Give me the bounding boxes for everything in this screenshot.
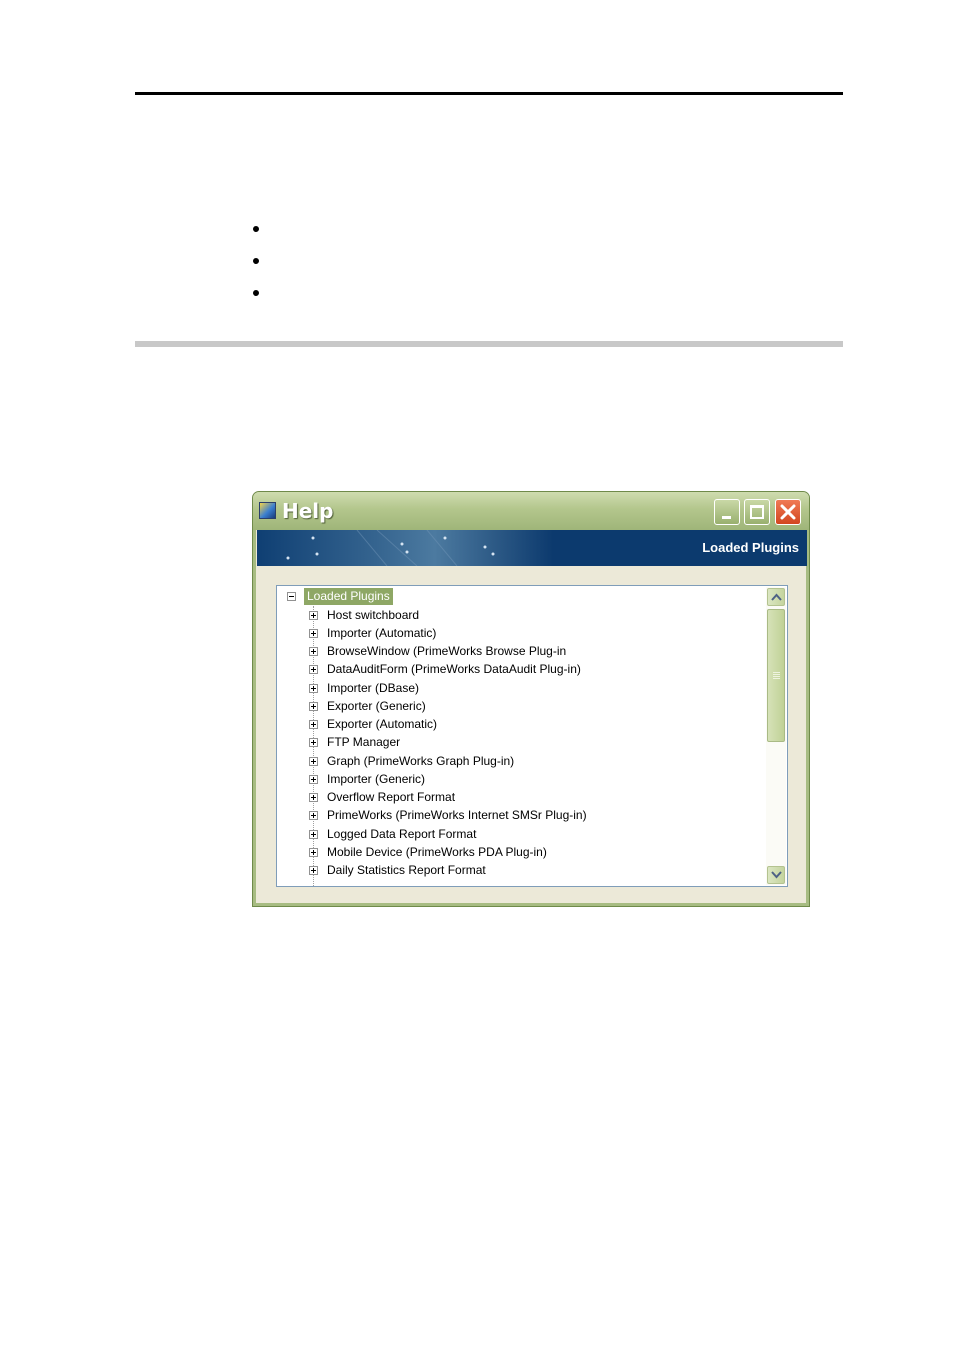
banner-title: Loaded Plugins xyxy=(702,540,799,555)
tree-node-label[interactable]: PrimeWorks (PrimeWorks Internet SMSr Plu… xyxy=(327,806,587,824)
tree-node[interactable]: Host switchboard xyxy=(309,606,769,624)
tree-node[interactable]: Overflow Report Format xyxy=(309,788,769,806)
section-divider xyxy=(135,341,843,347)
expand-icon[interactable] xyxy=(309,665,318,674)
help-window: Help Loaded Plugins Loaded Plugins Host … xyxy=(252,491,810,907)
expand-icon[interactable] xyxy=(309,702,318,711)
tree-node[interactable]: Exporter (Automatic) xyxy=(309,715,769,733)
scroll-up-button[interactable] xyxy=(767,588,785,606)
tree-node-label[interactable]: DataAuditForm (PrimeWorks DataAudit Plug… xyxy=(327,660,581,678)
scroll-down-button[interactable] xyxy=(767,866,785,884)
maximize-icon xyxy=(750,505,764,519)
header-banner: Loaded Plugins xyxy=(257,530,807,566)
tree-node-label[interactable]: BrowseWindow (PrimeWorks Browse Plug-in xyxy=(327,642,566,660)
bullet-dot xyxy=(253,290,259,296)
tree-scrollbar[interactable] xyxy=(766,587,786,885)
scroll-thumb[interactable] xyxy=(767,609,785,742)
grip-icon xyxy=(773,672,780,679)
scroll-down-icon xyxy=(771,871,782,879)
tree-node-label[interactable]: Exporter (Generic) xyxy=(327,697,426,715)
expand-icon[interactable] xyxy=(309,629,318,638)
bullet-dot xyxy=(253,226,259,232)
expand-icon[interactable] xyxy=(309,738,318,747)
expand-icon[interactable] xyxy=(309,647,318,656)
tree-node-label[interactable]: Importer (Automatic) xyxy=(327,624,436,642)
tree-node-label[interactable]: Importer (DBase) xyxy=(327,679,419,697)
banner-image xyxy=(257,530,553,566)
tree-node[interactable]: FTP Manager xyxy=(309,733,769,751)
expand-icon[interactable] xyxy=(309,720,318,729)
expand-icon[interactable] xyxy=(309,793,318,802)
tree-root-label[interactable]: Loaded Plugins xyxy=(304,588,393,605)
title-bar[interactable]: Help xyxy=(253,492,809,530)
tree-node[interactable]: Importer (Generic) xyxy=(309,770,769,788)
tree-node[interactable]: Importer (Automatic) xyxy=(309,624,769,642)
tree-node-label[interactable]: Overflow Report Format xyxy=(327,788,455,806)
plugins-tree[interactable]: Loaded Plugins Host switchboard Importer… xyxy=(276,585,788,887)
tree-node[interactable]: DataAuditForm (PrimeWorks DataAudit Plug… xyxy=(309,660,769,678)
tree-node[interactable]: Logged Data Report Format xyxy=(309,825,769,843)
expand-icon[interactable] xyxy=(309,848,318,857)
tree-node[interactable]: BrowseWindow (PrimeWorks Browse Plug-in xyxy=(309,642,769,660)
close-icon xyxy=(780,504,796,520)
tree-node[interactable]: Importer (DBase) xyxy=(309,679,769,697)
tree-node-label[interactable]: Daily Statistics Report Format xyxy=(327,861,486,879)
banner-circuit-graphic xyxy=(286,530,495,566)
expand-icon[interactable] xyxy=(309,684,318,693)
expand-icon[interactable] xyxy=(309,811,318,820)
app-icon[interactable] xyxy=(259,502,276,519)
bullet-dot xyxy=(253,258,259,264)
tree-node[interactable]: PrimeWorks (PrimeWorks Internet SMSr Plu… xyxy=(309,806,769,824)
tree-node[interactable]: Graph (PrimeWorks Graph Plug-in) xyxy=(309,752,769,770)
tree-node[interactable]: Exporter (Generic) xyxy=(309,697,769,715)
expand-icon[interactable] xyxy=(309,866,318,875)
expand-icon[interactable] xyxy=(309,775,318,784)
window-title: Help xyxy=(282,499,334,523)
close-button[interactable] xyxy=(775,499,801,525)
expand-icon[interactable] xyxy=(309,757,318,766)
collapse-icon[interactable] xyxy=(287,592,296,601)
maximize-button[interactable] xyxy=(744,499,770,525)
tree-node-label[interactable]: FTP Manager xyxy=(327,733,400,751)
tree-node-label[interactable]: Graph (PrimeWorks Graph Plug-in) xyxy=(327,752,514,770)
tree-node-label[interactable]: Logged Data Report Format xyxy=(327,825,476,843)
minimize-button[interactable] xyxy=(714,499,740,525)
tree-node-label[interactable]: Exporter (Automatic) xyxy=(327,715,437,733)
tree-node-label[interactable]: Mobile Device (PrimeWorks PDA Plug-in) xyxy=(327,843,547,861)
top-rule xyxy=(135,92,843,95)
tree-node[interactable]: Daily Statistics Report Format xyxy=(309,861,769,879)
scroll-up-icon xyxy=(771,593,782,601)
tree-node-label[interactable]: Importer (Generic) xyxy=(327,770,425,788)
tree-node-label[interactable]: Host switchboard xyxy=(327,606,419,624)
expand-icon[interactable] xyxy=(309,830,318,839)
minimize-icon xyxy=(722,516,731,519)
tree-node[interactable]: Mobile Device (PrimeWorks PDA Plug-in) xyxy=(309,843,769,861)
expand-icon[interactable] xyxy=(309,611,318,620)
